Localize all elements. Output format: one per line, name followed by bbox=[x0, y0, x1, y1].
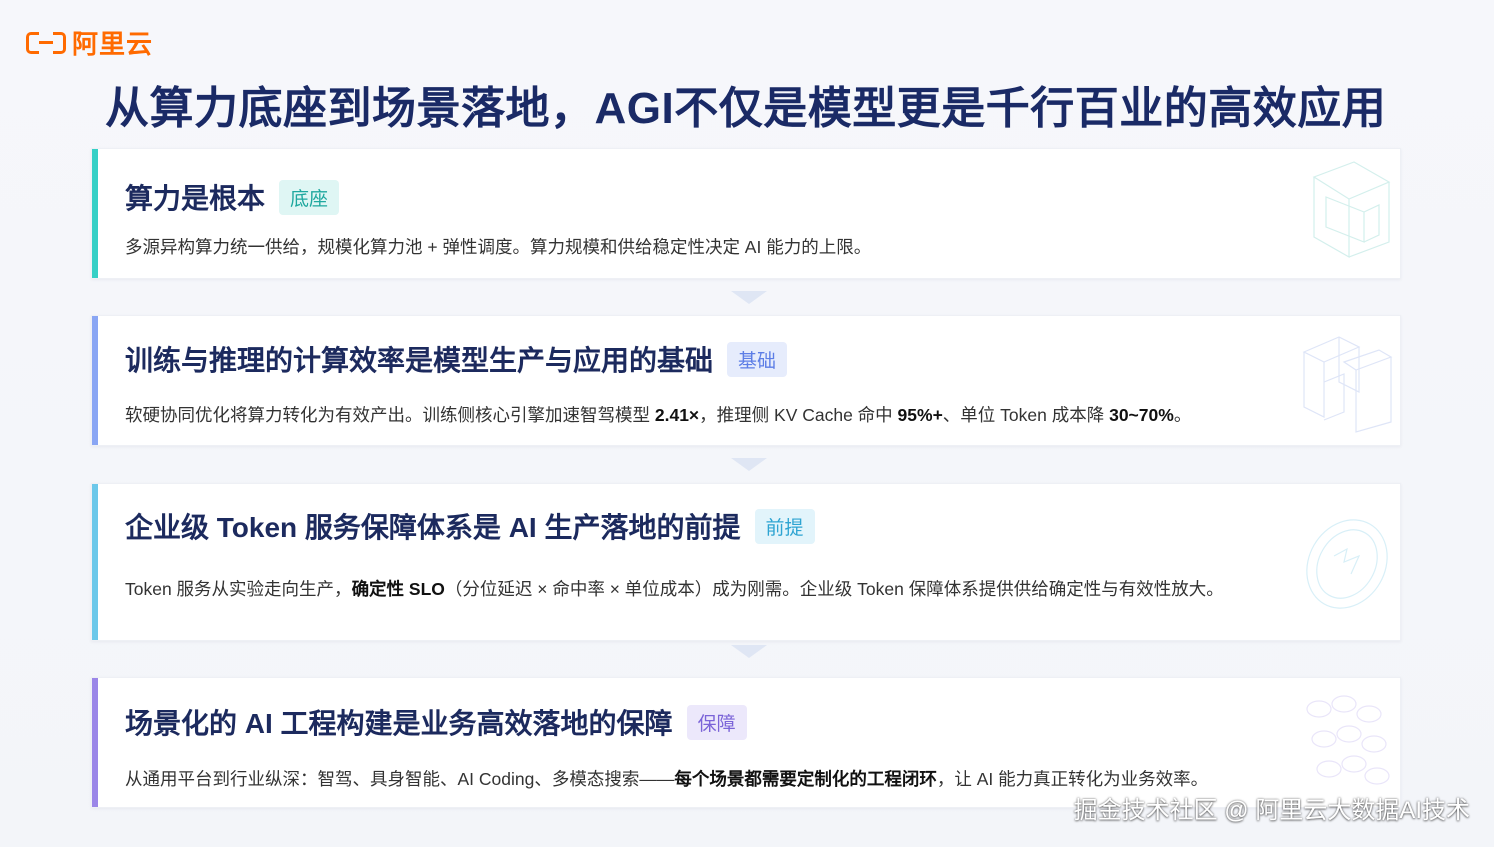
token-coin-icon bbox=[1306, 519, 1388, 609]
cylinders-outline-icon bbox=[1306, 695, 1390, 785]
card-scenario-engineering: 场景化的 AI 工程构建是业务高效落地的保障 保障 从通用平台到行业纵深：智驾、… bbox=[91, 677, 1401, 808]
aliyun-logo: 阿里云 bbox=[26, 24, 153, 61]
card-heading: 算力是根本 bbox=[125, 183, 266, 214]
card-description: Token 服务从实验走向生产，确定性 SLO（分位延迟 × 命中率 × 单位成… bbox=[125, 579, 1224, 599]
metric-speedup: 2.41× bbox=[654, 405, 700, 425]
highlight-engineering-loop: 每个场景都需要定制化的工程闭环 bbox=[674, 769, 937, 789]
card-accent-bar bbox=[92, 149, 98, 278]
metric-cache-hit: 95%+ bbox=[897, 405, 943, 425]
flow-arrow-icon bbox=[731, 458, 767, 471]
card-efficiency: 训练与推理的计算效率是模型生产与应用的基础 基础 软硬协同优化将算力转化为有效产… bbox=[91, 315, 1401, 446]
card-token-service: 企业级 Token 服务保障体系是 AI 生产落地的前提 前提 Token 服务… bbox=[91, 483, 1401, 641]
card-tag: 前提 bbox=[754, 508, 815, 544]
watermark: 掘金技术社区 @ 阿里云大数据AI技术 bbox=[1073, 797, 1470, 824]
cube-outline-icon bbox=[1312, 161, 1391, 259]
card-tag: 底座 bbox=[279, 179, 340, 215]
card-heading: 训练与推理的计算效率是模型生产与应用的基础 bbox=[125, 345, 714, 376]
card-accent-bar bbox=[92, 678, 98, 807]
metric-cost-reduction: 30~70% bbox=[1109, 405, 1174, 425]
card-description: 软硬协同优化将算力转化为有效产出。训练侧核心引擎加速智驾模型 2.41×，推理侧… bbox=[125, 405, 1192, 425]
logo-text: 阿里云 bbox=[72, 29, 154, 59]
card-compute: 算力是根本 底座 多源异构算力统一供给，规模化算力池 + 弹性调度。算力规模和供… bbox=[91, 148, 1401, 279]
card-tag: 保障 bbox=[686, 704, 747, 740]
blocks-outline-icon bbox=[1302, 336, 1393, 433]
page-title: 从算力底座到场景落地，AGI不仅是模型更是千行百业的高效应用 bbox=[105, 84, 1387, 133]
card-heading: 企业级 Token 服务保障体系是 AI 生产落地的前提 bbox=[125, 512, 741, 543]
card-description: 从通用平台到行业纵深：智驾、具身智能、AI Coding、多模态搜索——每个场景… bbox=[125, 769, 1209, 789]
card-tag: 基础 bbox=[727, 341, 788, 377]
highlight-slo: 确定性 SLO bbox=[351, 579, 445, 599]
card-accent-bar bbox=[92, 316, 98, 445]
card-description: 多源异构算力统一供给，规模化算力池 + 弹性调度。算力规模和供给稳定性决定 AI… bbox=[125, 237, 872, 257]
card-accent-bar bbox=[92, 484, 98, 640]
aliyun-logo-icon bbox=[26, 30, 66, 56]
card-heading: 场景化的 AI 工程构建是业务高效落地的保障 bbox=[125, 708, 673, 739]
flow-arrow-icon bbox=[731, 291, 767, 304]
flow-arrow-icon bbox=[731, 645, 767, 658]
